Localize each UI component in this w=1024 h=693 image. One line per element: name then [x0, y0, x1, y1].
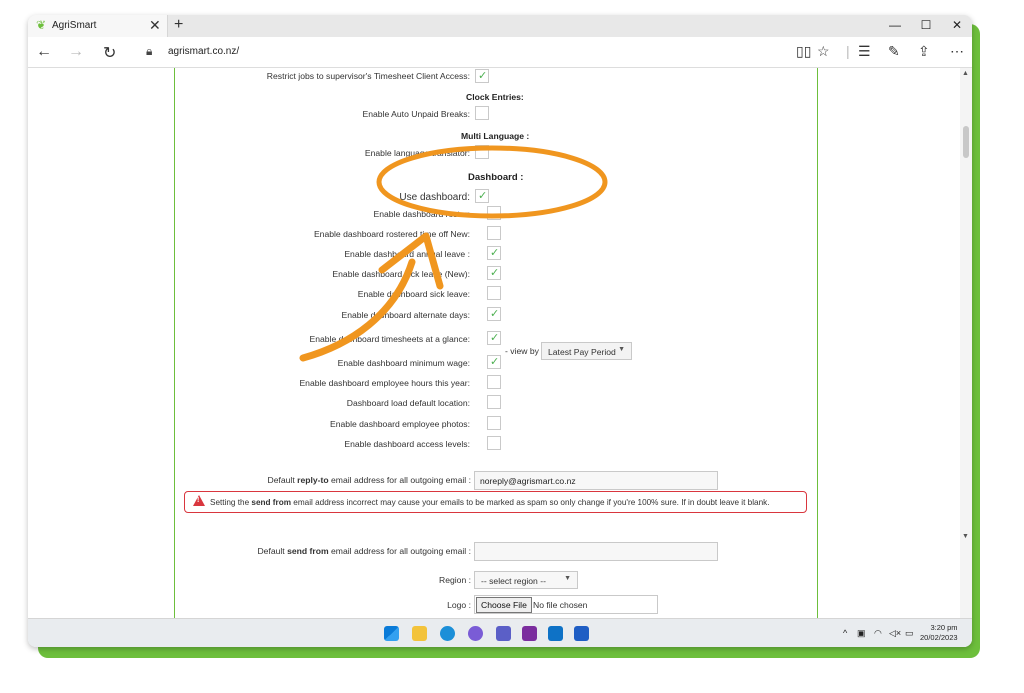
- page-viewport: Restrict jobs to supervisor's Timesheet …: [28, 68, 972, 618]
- web-note-icon[interactable]: ✎: [888, 43, 900, 60]
- scroll-down-icon[interactable]: ▼: [962, 533, 969, 540]
- dashboard-option-label: Enable dashboard access levels:: [344, 439, 470, 449]
- agrismart-leaf-icon: ❦: [36, 18, 47, 32]
- file-explorer-icon[interactable]: [412, 626, 427, 641]
- browser-tab[interactable]: ❦ AgriSmart ✕: [28, 15, 168, 37]
- windows-start-icon[interactable]: [384, 626, 399, 641]
- more-icon[interactable]: ⋯: [950, 43, 964, 60]
- scroll-up-icon[interactable]: ▲: [962, 70, 969, 77]
- restrict-jobs-label: Restrict jobs to supervisor's Timesheet …: [266, 71, 470, 81]
- teams-tray-icon[interactable]: ▣: [857, 628, 866, 639]
- auto-unpaid-breaks-label: Enable Auto Unpaid Breaks:: [362, 109, 471, 119]
- use-dashboard-label: Use dashboard:: [399, 192, 470, 203]
- new-tab-button[interactable]: +: [174, 16, 183, 34]
- dashboard-option-checkbox[interactable]: [487, 246, 501, 260]
- view-by-select[interactable]: Latest Pay Period ▼: [541, 342, 632, 360]
- dashboard-option-label: Enable dashboard rostered time off New:: [313, 229, 470, 239]
- dashboard-option-checkbox[interactable]: [487, 286, 501, 300]
- wifi-icon[interactable]: ◠: [874, 628, 882, 639]
- dashboard-option-checkbox[interactable]: [487, 416, 501, 430]
- warning-triangle-icon: !: [193, 495, 205, 506]
- word-icon[interactable]: [574, 626, 589, 641]
- volume-icon[interactable]: ◁×: [889, 628, 901, 639]
- dashboard-option-checkbox[interactable]: [487, 395, 501, 409]
- dashboard-option-label: Enable dashboard employee hours this yea…: [299, 378, 470, 388]
- translator-checkbox[interactable]: [475, 145, 489, 159]
- clock-date: 20/02/2023: [920, 633, 958, 642]
- logo-file-picker[interactable]: Choose File No file chosen: [474, 595, 658, 614]
- tab-close-icon[interactable]: ✕: [149, 17, 161, 34]
- forward-icon[interactable]: →: [68, 43, 84, 61]
- browser-window: ❦ AgriSmart ✕ + — ☐ ✕ ← → ↻ 🔒︎ agrismart…: [28, 15, 972, 647]
- multi-language-header: Multi Language :: [461, 131, 530, 141]
- copilot-icon[interactable]: [468, 626, 483, 641]
- dashboard-option-checkbox[interactable]: [487, 266, 501, 280]
- taskbar-clock[interactable]: 3:20 pm 20/02/2023: [920, 623, 958, 643]
- region-value: -- select region --: [481, 576, 546, 586]
- reply-to-input[interactable]: noreply@agrismart.co.nz: [474, 471, 718, 490]
- chevron-down-icon: ▼: [618, 346, 625, 353]
- chevron-down-icon: ▼: [564, 575, 571, 582]
- refresh-icon[interactable]: ↻: [103, 43, 116, 63]
- edge-browser-icon[interactable]: [440, 626, 455, 641]
- dashboard-option-label: Enable dashboard annual leave :: [344, 249, 470, 259]
- favorite-star-icon[interactable]: ☆: [817, 43, 830, 60]
- page-scrollbar[interactable]: ▲ ▼: [960, 68, 972, 618]
- share-icon[interactable]: ⇪: [918, 43, 930, 60]
- teams-icon[interactable]: [496, 626, 511, 641]
- url-field[interactable]: agrismart.co.nz/: [168, 46, 239, 57]
- tray-chevron-icon[interactable]: ^: [843, 628, 847, 638]
- spam-warning-banner: ! Setting the send from email address in…: [184, 491, 807, 513]
- onenote-icon[interactable]: [522, 626, 537, 641]
- dashboard-option-checkbox[interactable]: [487, 331, 501, 345]
- clock-entries-header: Clock Entries:: [466, 92, 524, 102]
- dashboard-option-label: Dashboard load default location:: [346, 398, 470, 408]
- dashboard-option-checkbox[interactable]: [487, 307, 501, 321]
- reply-to-label: Default reply-to email address for all o…: [267, 475, 472, 485]
- toolbar-divider: |: [846, 43, 850, 59]
- dashboard-option-label: Enable dashboard employee photos:: [330, 419, 470, 429]
- scroll-thumb[interactable]: [963, 126, 969, 158]
- send-from-input[interactable]: [474, 542, 718, 561]
- dashboard-option-label: Enable dashboard minimum wage:: [337, 358, 470, 368]
- logo-label: Logo :: [447, 600, 471, 610]
- use-dashboard-checkbox[interactable]: [475, 189, 489, 203]
- hub-icon[interactable]: ☰: [858, 43, 871, 60]
- dashboard-option-label: Enable dashboard alternate days:: [341, 310, 470, 320]
- maximize-icon[interactable]: ☐: [919, 18, 933, 32]
- choose-file-button[interactable]: Choose File: [476, 597, 532, 613]
- region-label: Region :: [438, 575, 471, 585]
- dashboard-option-checkbox[interactable]: [487, 226, 501, 240]
- dashboard-option-checkbox[interactable]: [487, 436, 501, 450]
- region-select[interactable]: -- select region -- ▼: [474, 571, 578, 589]
- translator-label: Enable language translator:: [364, 148, 470, 158]
- dashboard-option-label: Enable dashboard roster:: [373, 209, 470, 219]
- clock-time: 3:20 pm: [930, 623, 958, 632]
- tab-bar: ❦ AgriSmart ✕ + — ☐ ✕: [28, 15, 972, 37]
- no-file-label: No file chosen: [533, 600, 588, 610]
- dashboard-option-label: Enable dashboard sick leave:: [357, 289, 470, 299]
- dashboard-option-checkbox[interactable]: [487, 355, 501, 369]
- lock-icon: 🔒︎: [146, 44, 153, 58]
- outlook-icon[interactable]: [548, 626, 563, 641]
- dashboard-option-label: Enable dashboard sick leave (New):: [332, 269, 470, 279]
- address-bar: ← → ↻ 🔒︎ agrismart.co.nz/ ▯▯ ☆ | ☰ ✎ ⇪ ⋯: [28, 37, 972, 68]
- close-window-icon[interactable]: ✕: [950, 18, 964, 32]
- view-by-value: Latest Pay Period: [548, 347, 616, 357]
- dashboard-option-label: Enable dashboard timesheets at a glance:: [309, 334, 470, 344]
- dashboard-header: Dashboard :: [468, 172, 524, 183]
- back-icon[interactable]: ←: [36, 43, 52, 61]
- view-by-label: - view by: [505, 346, 539, 356]
- restrict-jobs-checkbox[interactable]: [475, 69, 489, 83]
- reading-view-icon[interactable]: ▯▯: [796, 43, 811, 60]
- warning-text: Setting the send from email address inco…: [210, 498, 770, 507]
- dashboard-option-checkbox[interactable]: [487, 206, 501, 220]
- send-from-label: Default send from email address for all …: [257, 546, 471, 556]
- auto-unpaid-breaks-checkbox[interactable]: [475, 106, 489, 120]
- windows-taskbar: ^ ▣ ◠ ◁× ▭ 3:20 pm 20/02/2023: [28, 618, 972, 647]
- battery-icon[interactable]: ▭: [905, 628, 914, 639]
- tab-title: AgriSmart: [52, 20, 97, 31]
- minimize-icon[interactable]: —: [888, 18, 902, 32]
- dashboard-option-checkbox[interactable]: [487, 375, 501, 389]
